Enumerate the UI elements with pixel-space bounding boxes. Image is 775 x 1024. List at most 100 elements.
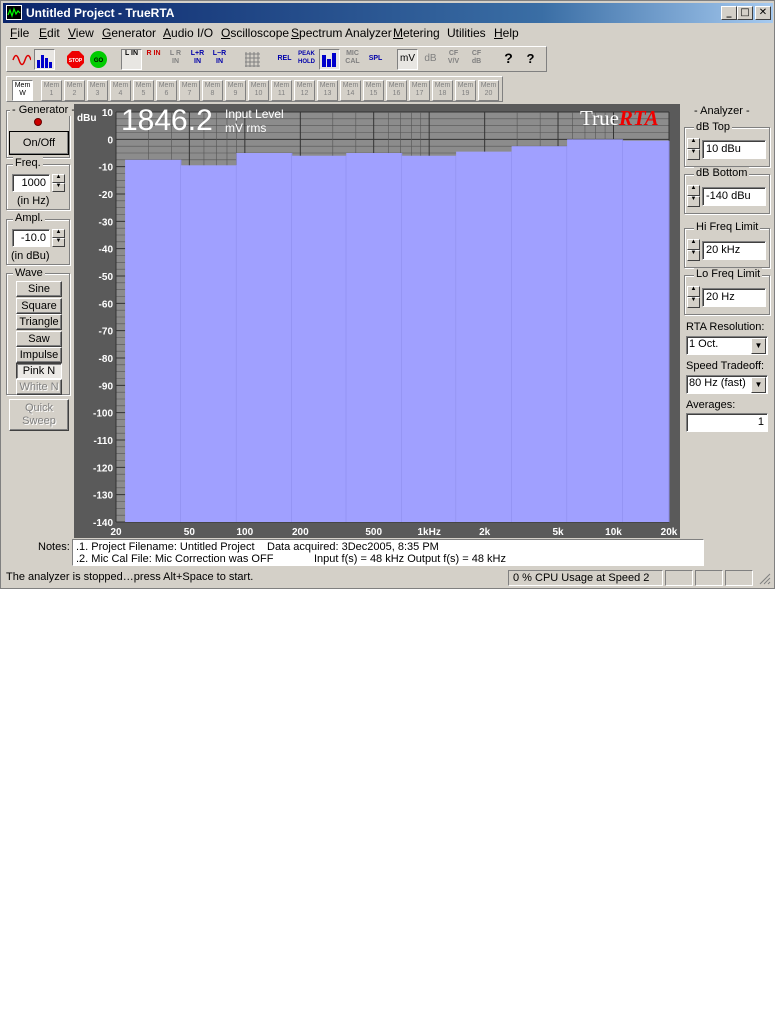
left-right-input-button[interactable]: L R IN	[165, 49, 186, 70]
resize-grip-icon[interactable]	[759, 573, 771, 585]
wave-sine-button[interactable]: Sine	[16, 281, 62, 297]
spin-down-icon[interactable]: ▼	[687, 196, 700, 207]
stop-button[interactable]: STOP	[65, 49, 86, 70]
mem-12-button[interactable]: Mem 12	[294, 80, 315, 101]
maximize-button[interactable]: □	[737, 6, 753, 20]
spin-up-icon[interactable]: ▲	[687, 185, 700, 196]
mem-17-button[interactable]: Mem 17	[409, 80, 430, 101]
hi-freq-input[interactable]: 20 kHz	[702, 241, 766, 260]
spectrum-mode-button[interactable]	[34, 49, 55, 70]
spin-down-icon[interactable]: ▼	[687, 297, 700, 308]
title-bar[interactable]: Untitled Project - TrueRTA _ □ ✕	[3, 3, 773, 23]
menu-oscilloscope[interactable]: Oscilloscope	[221, 26, 289, 40]
menu-file[interactable]: File	[10, 26, 29, 40]
cpu-usage-text: 0 % CPU Usage at Speed 2	[513, 572, 650, 584]
close-button[interactable]: ✕	[755, 6, 771, 20]
spin-down-icon[interactable]: ▼	[687, 149, 700, 160]
notes-textbox[interactable]: .1. Project Filename: Untitled Project D…	[72, 539, 704, 566]
db-bottom-spinner[interactable]: ▲ ▼	[687, 185, 700, 207]
rta-resolution-select[interactable]: 1 Oct. ▼	[686, 336, 768, 355]
wave-square-button[interactable]: Square	[16, 298, 62, 314]
relative-button[interactable]: REL	[274, 49, 295, 70]
mem-16-button[interactable]: Mem 16	[386, 80, 407, 101]
crest-factor-vv-button[interactable]: CF V/V	[443, 49, 464, 70]
left-plus-right-input-button[interactable]: L+R IN	[187, 49, 208, 70]
oscilloscope-mode-button[interactable]	[11, 49, 32, 70]
mem-13-button[interactable]: Mem 13	[317, 80, 338, 101]
db-top-spinner[interactable]: ▲ ▼	[687, 138, 700, 160]
crest-factor-db-button[interactable]: CF dB	[466, 49, 487, 70]
spin-up-icon[interactable]: ▲	[52, 229, 65, 238]
spin-up-icon[interactable]: ▲	[52, 174, 65, 183]
mem-3-button[interactable]: Mem 3	[87, 80, 108, 101]
mem-9-button[interactable]: Mem 9	[225, 80, 246, 101]
left-minus-right-input-button[interactable]: L−R IN	[209, 49, 230, 70]
mem-10-button[interactable]: Mem 10	[248, 80, 269, 101]
spectrum-display[interactable]: dBu 10 0 -10 -20 -30 -40 -50 -60 -70 -80 -90 -100 -1…	[74, 104, 680, 538]
mem-14-button[interactable]: Mem 14	[340, 80, 361, 101]
mic-cal-button[interactable]: MIC CAL	[342, 49, 363, 70]
quick-sweep-button[interactable]: Quick Sweep	[9, 399, 69, 431]
averages-input[interactable]: 1	[686, 413, 768, 432]
db-top-input[interactable]: 10 dBu	[702, 140, 766, 159]
peak-hold-button[interactable]: PEAK HOLD	[296, 49, 317, 70]
go-button[interactable]: GO	[88, 49, 109, 70]
wave-pink-noise-button[interactable]: Pink N	[16, 363, 62, 379]
minimize-button[interactable]: _	[721, 6, 737, 20]
generator-onoff-button[interactable]: On/Off	[9, 131, 69, 155]
mem-6-button[interactable]: Mem 6	[156, 80, 177, 101]
status-message: The analyzer is stopped…press Alt+Space …	[6, 571, 254, 583]
mem-11-button[interactable]: Mem 11	[271, 80, 292, 101]
mem-1-button[interactable]: Mem 1	[41, 80, 62, 101]
spin-up-icon[interactable]: ▲	[687, 239, 700, 250]
menu-spectrum-analyzer[interactable]: Spectrum Analyzer	[291, 26, 392, 40]
mem-7-button[interactable]: Mem 7	[179, 80, 200, 101]
mem-2-button[interactable]: Mem 2	[64, 80, 85, 101]
mem-8-button[interactable]: Mem 8	[202, 80, 223, 101]
millivolt-units-button[interactable]: mV	[397, 49, 418, 70]
menu-edit[interactable]: Edit	[39, 26, 60, 40]
wave-white-noise-button[interactable]: White N	[16, 379, 62, 395]
truerta-logo: TrueRTA	[580, 106, 659, 130]
menu-audio-io[interactable]: Audio I/O	[163, 26, 213, 40]
left-input-button[interactable]: L IN	[121, 49, 142, 70]
ampl-input[interactable]: -10.0	[12, 229, 50, 247]
spin-up-icon[interactable]: ▲	[687, 286, 700, 297]
wave-saw-button[interactable]: Saw	[16, 331, 62, 347]
bar-display-button[interactable]	[319, 49, 340, 70]
mem-4-button[interactable]: Mem 4	[110, 80, 131, 101]
spin-down-icon[interactable]: ▼	[687, 250, 700, 261]
menu-generator[interactable]: Generator	[102, 26, 156, 40]
context-help-button[interactable]: ?	[520, 49, 541, 70]
lo-freq-spinner[interactable]: ▲ ▼	[687, 286, 700, 308]
menu-utilities[interactable]: Utilities	[447, 26, 486, 40]
spin-down-icon[interactable]: ▼	[52, 238, 65, 247]
freq-spinner[interactable]: ▲ ▼	[52, 174, 65, 192]
freq-input[interactable]: 1000	[12, 174, 50, 192]
lo-freq-input[interactable]: 20 Hz	[702, 288, 766, 307]
mem-5-button[interactable]: Mem 5	[133, 80, 154, 101]
dropdown-arrow-icon[interactable]: ▼	[751, 377, 766, 393]
speed-tradeoff-select[interactable]: 80 Hz (fast) ▼	[686, 375, 768, 394]
menu-help[interactable]: Help	[494, 26, 519, 40]
menu-metering[interactable]: Metering	[393, 26, 440, 40]
db-bottom-input[interactable]: -140 dBu	[702, 187, 766, 206]
mem-20-button[interactable]: Mem 20	[478, 80, 499, 101]
wave-impulse-button[interactable]: Impulse	[16, 347, 62, 363]
wave-triangle-button[interactable]: Triangle	[16, 314, 62, 330]
spin-down-icon[interactable]: ▼	[52, 183, 65, 192]
spin-up-icon[interactable]: ▲	[687, 138, 700, 149]
grid-button[interactable]	[242, 49, 263, 70]
mem-working-button[interactable]: Mem W	[12, 80, 33, 101]
right-input-button[interactable]: R IN	[143, 49, 164, 70]
hi-freq-spinner[interactable]: ▲ ▼	[687, 239, 700, 261]
spl-button[interactable]: SPL	[365, 49, 386, 70]
mem-15-button[interactable]: Mem 15	[363, 80, 384, 101]
ampl-spinner[interactable]: ▲ ▼	[52, 229, 65, 247]
menu-view[interactable]: View	[68, 26, 94, 40]
mem-19-button[interactable]: Mem 19	[455, 80, 476, 101]
help-button[interactable]: ?	[498, 49, 519, 70]
db-units-button[interactable]: dB	[420, 49, 441, 70]
mem-18-button[interactable]: Mem 18	[432, 80, 453, 101]
dropdown-arrow-icon[interactable]: ▼	[751, 338, 766, 354]
